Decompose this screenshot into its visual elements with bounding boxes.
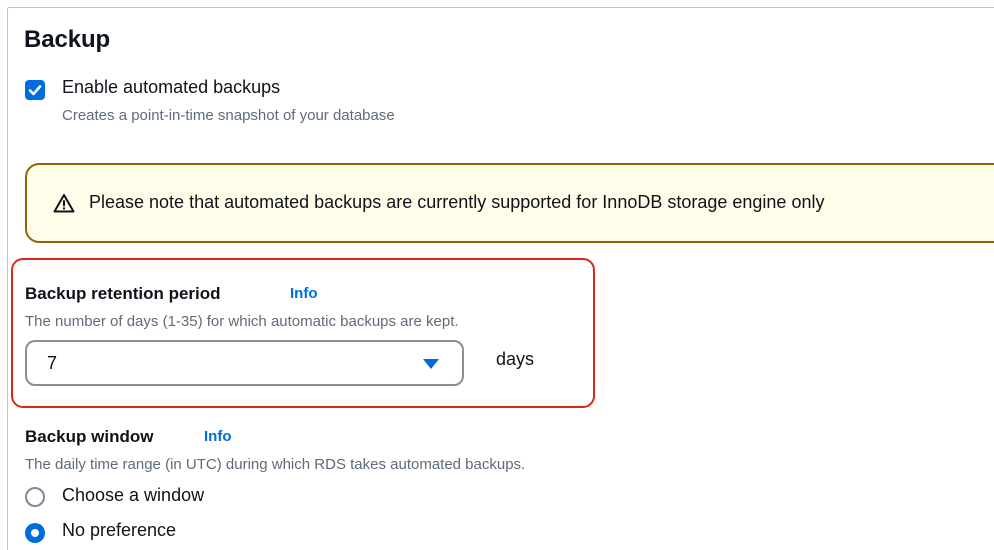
warning-alert-text: Please note that automated backups are c… xyxy=(89,192,825,212)
backup-window-info-link[interactable]: Info xyxy=(204,428,232,445)
choose-window-radio[interactable] xyxy=(25,487,45,507)
enable-backups-description: Creates a point-in-time snapshot of your… xyxy=(62,107,395,124)
retention-info-link[interactable]: Info xyxy=(290,285,318,302)
retention-description: The number of days (1-35) for which auto… xyxy=(25,313,459,330)
choose-window-label[interactable]: Choose a window xyxy=(62,485,204,506)
backup-window-description: The daily time range (in UTC) during whi… xyxy=(25,456,526,473)
enable-backups-checkbox[interactable] xyxy=(25,80,45,100)
retention-period-value: 7 xyxy=(47,353,58,373)
retention-period-select[interactable]: 7 xyxy=(25,340,464,386)
caret-down-icon xyxy=(423,359,439,369)
no-preference-radio[interactable] xyxy=(25,523,45,543)
backup-settings-page: Backup Enable automated backups Creates … xyxy=(0,0,994,550)
backup-window-label: Backup window xyxy=(25,427,154,446)
no-preference-label[interactable]: No preference xyxy=(62,520,176,541)
checkmark-icon xyxy=(28,85,42,96)
retention-label: Backup retention period xyxy=(25,284,221,303)
enable-backups-label[interactable]: Enable automated backups xyxy=(62,77,280,98)
warning-icon xyxy=(53,194,75,213)
section-title: Backup xyxy=(24,26,111,53)
retention-unit-label: days xyxy=(496,349,535,369)
